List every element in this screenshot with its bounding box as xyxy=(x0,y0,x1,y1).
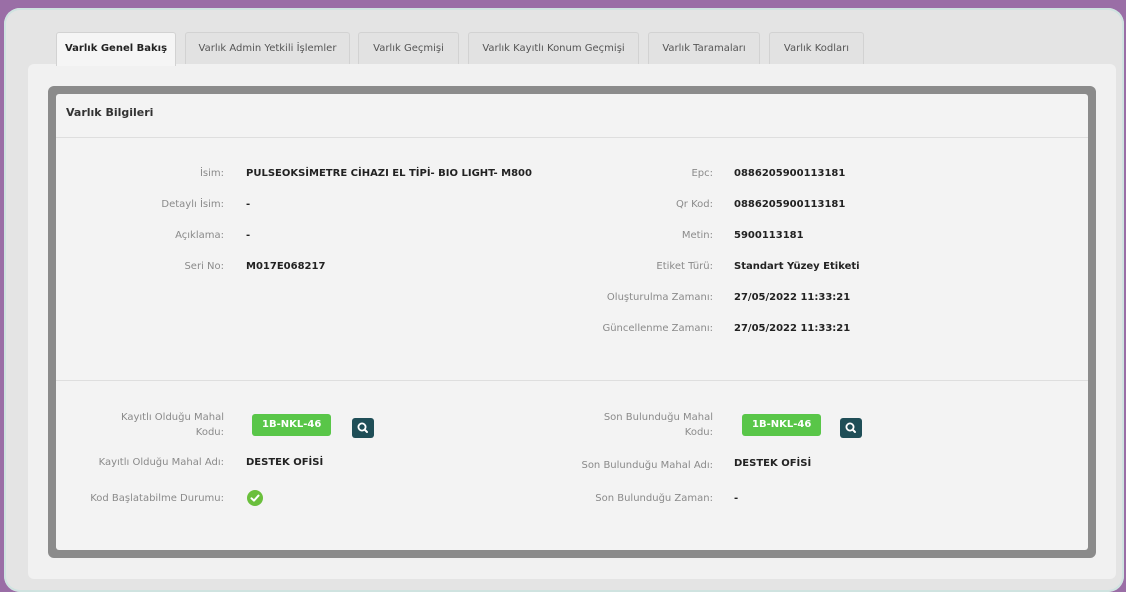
description-value: - xyxy=(246,230,251,241)
text-value: 5900113181 xyxy=(734,230,804,241)
registered-location-code-label-line2: Kodu: xyxy=(195,427,224,438)
last-location-code-badge: 1B-NKL-46 xyxy=(742,414,822,436)
tag-type-label: Etiket Türü: xyxy=(656,261,713,272)
search-icon xyxy=(357,422,368,433)
text-label: Metin: xyxy=(681,230,713,241)
detailed-name-value: - xyxy=(246,199,251,210)
last-location-name-label: Son Bulunduğu Mahal Adı: xyxy=(581,460,713,471)
code-start-status-label: Kod Başlatabilme Durumu: xyxy=(90,493,224,504)
registered-location-search-button[interactable] xyxy=(352,418,374,438)
updated-at-label: Güncellenme Zamanı: xyxy=(602,323,713,334)
serial-no-label: Seri No: xyxy=(184,261,224,272)
epc-label: Epc: xyxy=(691,168,713,179)
tab-varlik-kayitli-konum-gecmisi[interactable]: Varlık Kayıtlı Konum Geçmişi xyxy=(468,32,639,64)
tag-type-value: Standart Yüzey Etiketi xyxy=(734,261,860,272)
epc-value: 0886205900113181 xyxy=(734,168,846,179)
registered-location-name-label: Kayıtlı Olduğu Mahal Adı: xyxy=(98,457,224,468)
registered-location-code-label: Kayıtlı Olduğu Mahal Kodu: xyxy=(76,410,224,440)
updated-at-value: 27/05/2022 11:33:21 xyxy=(734,323,851,334)
search-icon xyxy=(845,422,856,433)
last-location-code-label-line2: Kodu: xyxy=(684,427,713,438)
created-at-value: 27/05/2022 11:33:21 xyxy=(734,292,851,303)
qr-code-label: Qr Kod: xyxy=(675,199,713,210)
serial-no-value: M017E068217 xyxy=(246,261,326,272)
last-location-code-label: Son Bulunduğu Mahal Kodu: xyxy=(536,410,713,440)
tab-varlik-admin-yetkili-islemler[interactable]: Varlık Admin Yetkili İşlemler xyxy=(185,32,350,64)
asset-info-card: Varlık Bilgileri İsim: PULSEOKSİMETRE Cİ… xyxy=(56,94,1088,550)
description-label: Açıklama: xyxy=(175,230,224,241)
tab-varlik-genel-bakis[interactable]: Varlık Genel Bakış xyxy=(56,32,176,66)
tab-varlik-kodlari[interactable]: Varlık Kodları xyxy=(769,32,864,64)
card-title: Varlık Bilgileri xyxy=(66,106,154,119)
divider xyxy=(56,137,1088,138)
divider xyxy=(56,380,1088,381)
tab-varlik-taramalari[interactable]: Varlık Taramaları xyxy=(648,32,760,64)
name-label: İsim: xyxy=(199,168,224,179)
last-location-name-value: DESTEK OFİSİ xyxy=(734,458,812,469)
last-location-code-label-line1: Son Bulunduğu Mahal xyxy=(603,412,713,423)
check-circle-icon xyxy=(247,490,263,506)
registered-location-name-value: DESTEK OFİSİ xyxy=(246,457,324,468)
name-value: PULSEOKSİMETRE CİHAZI EL TİPİ- BIO LIGHT… xyxy=(246,168,532,179)
registered-location-code-badge: 1B-NKL-46 xyxy=(252,414,332,436)
qr-code-value: 0886205900113181 xyxy=(734,199,846,210)
last-seen-time-label: Son Bulunduğu Zaman: xyxy=(595,493,713,504)
detailed-name-label: Detaylı İsim: xyxy=(161,199,224,210)
registered-location-code-label-line1: Kayıtlı Olduğu Mahal xyxy=(120,412,224,423)
tab-varlik-gecmisi[interactable]: Varlık Geçmişi xyxy=(358,32,459,64)
created-at-label: Oluşturulma Zamanı: xyxy=(606,292,713,303)
last-seen-time-value: - xyxy=(734,493,739,504)
last-location-search-button[interactable] xyxy=(840,418,862,438)
